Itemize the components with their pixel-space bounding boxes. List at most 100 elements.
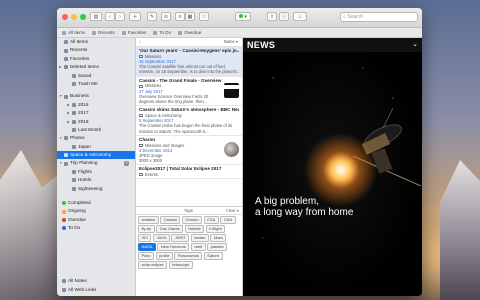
sidebar-item[interactable]: ▼ Photos bbox=[57, 134, 135, 142]
sort-icon[interactable]: ↕ bbox=[139, 39, 141, 44]
close-icon[interactable] bbox=[62, 14, 68, 20]
tag-chip[interactable]: Mars bbox=[210, 234, 227, 242]
sidebar-item[interactable]: ▶ 2018 bbox=[57, 118, 135, 126]
disclosure-triangle-icon[interactable]: ▶ bbox=[67, 109, 70, 117]
folder-icon bbox=[72, 82, 76, 87]
sidebar-item[interactable]: Hotels bbox=[57, 176, 135, 184]
disclosure-triangle-icon[interactable]: ▶ bbox=[67, 101, 70, 109]
tag-chip[interactable]: New Horizons bbox=[157, 243, 190, 251]
share-button[interactable]: ⇪ bbox=[267, 12, 277, 21]
favorites-bar-item[interactable]: Recents bbox=[92, 30, 115, 35]
tags-header: Tags Clear ▾ bbox=[136, 205, 242, 215]
tag-chip[interactable]: Roscosmos bbox=[174, 252, 203, 260]
tag-chip[interactable]: CSA bbox=[220, 216, 236, 224]
tag-chip[interactable]: fly-by bbox=[138, 225, 155, 233]
sidebar-item[interactable]: Favorites bbox=[57, 55, 135, 63]
folder-icon bbox=[178, 30, 183, 35]
tag-chip[interactable]: Charon bbox=[181, 216, 203, 224]
tag-button[interactable]: ⌂ bbox=[293, 12, 307, 21]
tag-chip[interactable]: NASA bbox=[138, 243, 156, 251]
list-view-button[interactable]: ≡ bbox=[175, 12, 185, 21]
tag-chip[interactable]: JWST bbox=[171, 234, 190, 242]
tag-chip[interactable]: CSA bbox=[203, 216, 219, 224]
app-window: ▥ ‹ › ＋ ✎ ⊙ ≡ ▦ ☆ ▾ ⇪ ⓘ ⌂ ⌕ Search All I… bbox=[57, 8, 422, 296]
folder-icon bbox=[139, 173, 143, 177]
sidebar-item[interactable]: Flights bbox=[57, 168, 135, 176]
disclosure-triangle-icon[interactable]: ▶ bbox=[59, 63, 62, 71]
sidebar-item-label: Last Month bbox=[78, 126, 102, 132]
list-item[interactable]: Cassini - The Grand Finale - Overview Mis… bbox=[136, 77, 242, 107]
sidebar-item[interactable]: Space & Astronomy bbox=[57, 151, 135, 160]
sidebar-toggle-button[interactable]: ▥ bbox=[90, 12, 102, 21]
sidebar-item[interactable]: ▶ 2016 bbox=[57, 101, 135, 109]
count-badge: 3 bbox=[124, 161, 129, 166]
sidebar-status-item[interactable]: Completed bbox=[57, 199, 135, 207]
favorites-bar-item[interactable]: Overdue bbox=[178, 30, 201, 35]
info-button[interactable]: ⓘ bbox=[279, 12, 289, 21]
sidebar-item[interactable]: ▶ 2017 bbox=[57, 109, 135, 117]
tags-clear-button[interactable]: Clear ▾ bbox=[226, 207, 239, 214]
favorites-bar-item[interactable]: To Do bbox=[153, 30, 171, 35]
sidebar-bottom-item[interactable]: All Notes bbox=[57, 277, 135, 285]
tag-chip[interactable]: orbit bbox=[190, 243, 206, 251]
disclosure-triangle-icon[interactable]: ▼ bbox=[59, 159, 62, 167]
disclosure-triangle-icon[interactable]: ▼ bbox=[59, 134, 62, 142]
list-item-snippet: mission to Saturn. The spacecraft is... bbox=[139, 128, 209, 134]
sidebar-item[interactable]: All Items bbox=[57, 38, 135, 46]
sidebar-status-item[interactable]: To Do bbox=[57, 224, 135, 232]
status-dot-icon bbox=[62, 226, 66, 231]
sort-selector[interactable]: Name ▾ bbox=[224, 39, 238, 44]
sidebar-item[interactable]: Japan bbox=[57, 143, 135, 151]
sidebar-item[interactable]: Recents bbox=[57, 46, 135, 54]
new-item-button[interactable]: ＋ bbox=[129, 12, 141, 21]
tag-chip[interactable]: InSight bbox=[205, 225, 226, 233]
forward-button[interactable]: › bbox=[115, 12, 125, 21]
sidebar-status-item[interactable]: Ongoing bbox=[57, 207, 135, 215]
search-input[interactable]: ⌕ Search bbox=[340, 12, 418, 22]
disclosure-triangle-icon[interactable]: ▼ bbox=[59, 92, 62, 100]
list-item-snippet: degrees above the ring plane, then... bbox=[139, 99, 208, 105]
list-item[interactable]: Cassini skims Saturn's atmosphere - BBC … bbox=[136, 106, 242, 136]
tag-chip[interactable]: Cassini bbox=[160, 216, 181, 224]
tag-chip[interactable]: Hubble bbox=[184, 225, 205, 233]
back-button[interactable]: ‹ bbox=[105, 12, 115, 21]
sidebar-item[interactable]: Trash Me bbox=[57, 80, 135, 88]
folder-icon bbox=[72, 186, 76, 191]
sidebar-item[interactable]: ▶ Deleted Items bbox=[57, 63, 135, 71]
sidebar-item[interactable]: Last Month bbox=[57, 126, 135, 134]
zoom-icon[interactable] bbox=[80, 14, 86, 20]
lock-button[interactable]: ⊙ bbox=[161, 12, 171, 21]
list-item[interactable]: Charon Missions and Images 4 December 2014… bbox=[136, 136, 242, 166]
tag-chip[interactable]: telescope bbox=[168, 261, 193, 269]
minimize-icon[interactable] bbox=[71, 14, 77, 20]
tag-chip[interactable]: ISS bbox=[138, 234, 152, 242]
tag-chip[interactable]: solar eclipse bbox=[138, 261, 168, 269]
tag-chip[interactable]: lander bbox=[190, 234, 209, 242]
favorites-bar-item[interactable]: Favorites bbox=[121, 30, 146, 35]
sidebar-item[interactable]: Sightseeing bbox=[57, 185, 135, 193]
favorites-bar-item[interactable]: All Items bbox=[62, 30, 85, 35]
chevron-down-icon[interactable]: ⌄ bbox=[412, 40, 418, 48]
folder-icon bbox=[72, 111, 76, 116]
tag-chip[interactable]: planets bbox=[207, 243, 227, 251]
sidebar-bottom-item[interactable]: All Web Links bbox=[57, 286, 135, 294]
tag-chip[interactable]: Gas Giants bbox=[156, 225, 184, 233]
sidebar-item[interactable]: ▼ Business bbox=[57, 92, 135, 100]
disclosure-triangle-icon[interactable]: ▶ bbox=[67, 118, 70, 126]
label-color-button[interactable]: ▾ bbox=[235, 12, 251, 21]
grid-view-button[interactable]: ▦ bbox=[185, 12, 195, 21]
edit-button[interactable]: ✎ bbox=[147, 12, 157, 21]
tag-chip[interactable]: JAXA bbox=[152, 234, 170, 242]
star-button[interactable]: ☆ bbox=[199, 12, 209, 21]
sidebar-status-item[interactable]: Overdue bbox=[57, 216, 135, 224]
tag-chip[interactable]: probe bbox=[155, 252, 173, 260]
tag-chip[interactable]: Saturn bbox=[203, 252, 223, 260]
sidebar-item[interactable]: ▼ Trip Planning 3 bbox=[57, 159, 135, 167]
sidebar-item[interactable]: Saved bbox=[57, 72, 135, 80]
folder-icon bbox=[72, 170, 76, 175]
tag-chip[interactable]: Pluto bbox=[138, 252, 155, 260]
list-item[interactable]: 'Our Saturn years' - Cassini-Huygens' ep… bbox=[136, 47, 242, 77]
list-item[interactable]: Eclipse2017 | Total Solar Eclipse 2017 Ev… bbox=[136, 165, 242, 180]
sidebar-item-label: Sightseeing bbox=[78, 185, 103, 191]
tag-chip[interactable]: aviation bbox=[138, 216, 159, 224]
